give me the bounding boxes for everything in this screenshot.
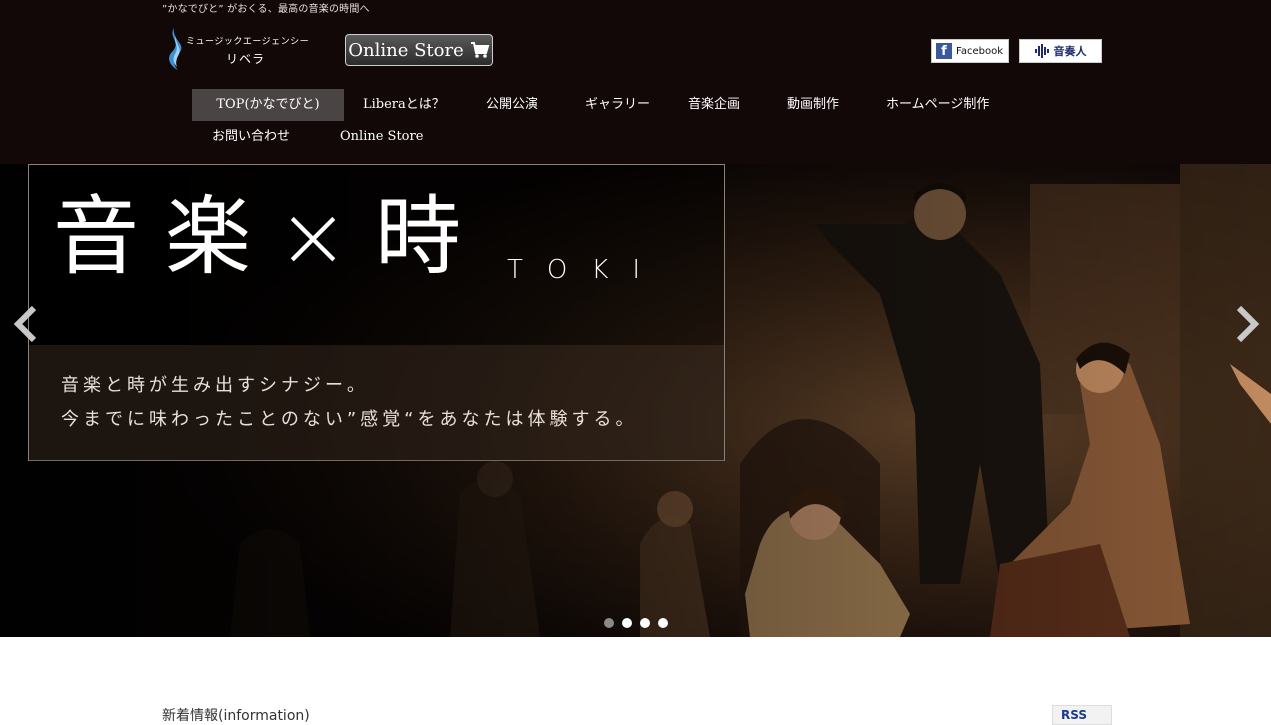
facebook-button[interactable]: f Facebook: [931, 39, 1009, 63]
slide-dot-2[interactable]: [622, 618, 632, 628]
prev-slide-arrow-icon[interactable]: [10, 302, 40, 346]
slide-dot-4[interactable]: [658, 618, 668, 628]
hero-caption-lower: [29, 345, 724, 461]
slide-dot-1[interactable]: [604, 618, 614, 628]
online-store-button[interactable]: Online Store: [345, 34, 493, 66]
cart-icon: [470, 42, 490, 58]
site-header: ”かなでびと” がおくる、最高の音楽の時間へ ミュージックエージェンシー リベラ…: [0, 0, 1271, 164]
slide-dot-3[interactable]: [640, 618, 650, 628]
rss-label: RSS: [1061, 708, 1087, 722]
hero-text-line2: 今までに味わったことのない”感覚“をあなたは体験する。: [61, 409, 638, 430]
flame-logo-icon: [169, 28, 182, 70]
sound-wave-icon: [1034, 44, 1049, 58]
tagline: ”かなでびと” がおくる、最高の音楽の時間へ: [162, 4, 370, 15]
hero-title: 音楽×時: [53, 187, 488, 287]
nav-item-homepage[interactable]: ホームページ制作: [886, 89, 989, 121]
nav-item-gallery[interactable]: ギャラリー: [585, 89, 650, 121]
next-slide-arrow-icon[interactable]: [1233, 302, 1263, 346]
facebook-icon: f: [936, 43, 952, 59]
slide-indicators: [604, 618, 668, 628]
site-logo[interactable]: ミュージックエージェンシー リベラ: [164, 26, 314, 72]
rss-button[interactable]: RSS: [1052, 705, 1112, 725]
hero-caption-box: 音楽×時 TOKI 音楽と時が生み出すシナジー。 今までに味わったことのない”感…: [28, 164, 725, 461]
sousou-label: 音奏人: [1053, 45, 1087, 58]
nav-item-video[interactable]: 動画制作: [787, 89, 839, 121]
facebook-label: Facebook: [956, 45, 1003, 57]
online-store-label: Online Store: [348, 39, 464, 61]
nav-item-concerts[interactable]: 公開公演: [486, 89, 538, 121]
sousou-button[interactable]: 音奏人: [1019, 39, 1102, 63]
hero-slider: 音楽×時 TOKI 音楽と時が生み出すシナジー。 今までに味わったことのない”感…: [0, 164, 1271, 637]
nav-item-contact[interactable]: お問い合わせ: [212, 121, 290, 153]
hero-text-line1: 音楽と時が生み出すシナジー。: [61, 375, 369, 396]
logo-name: リベラ: [226, 52, 266, 66]
nav-item-online-store[interactable]: Online Store: [340, 121, 423, 153]
hero-title-sub: TOKI: [507, 255, 665, 285]
news-section-title: 新着情報(information): [162, 708, 310, 724]
nav-item-about[interactable]: Liberaとは？: [363, 89, 445, 121]
nav-item-music-planning[interactable]: 音楽企画: [688, 89, 740, 121]
nav-item-top[interactable]: TOP(かなでびと): [192, 89, 344, 121]
logo-subtitle: ミュージックエージェンシー: [186, 37, 310, 47]
